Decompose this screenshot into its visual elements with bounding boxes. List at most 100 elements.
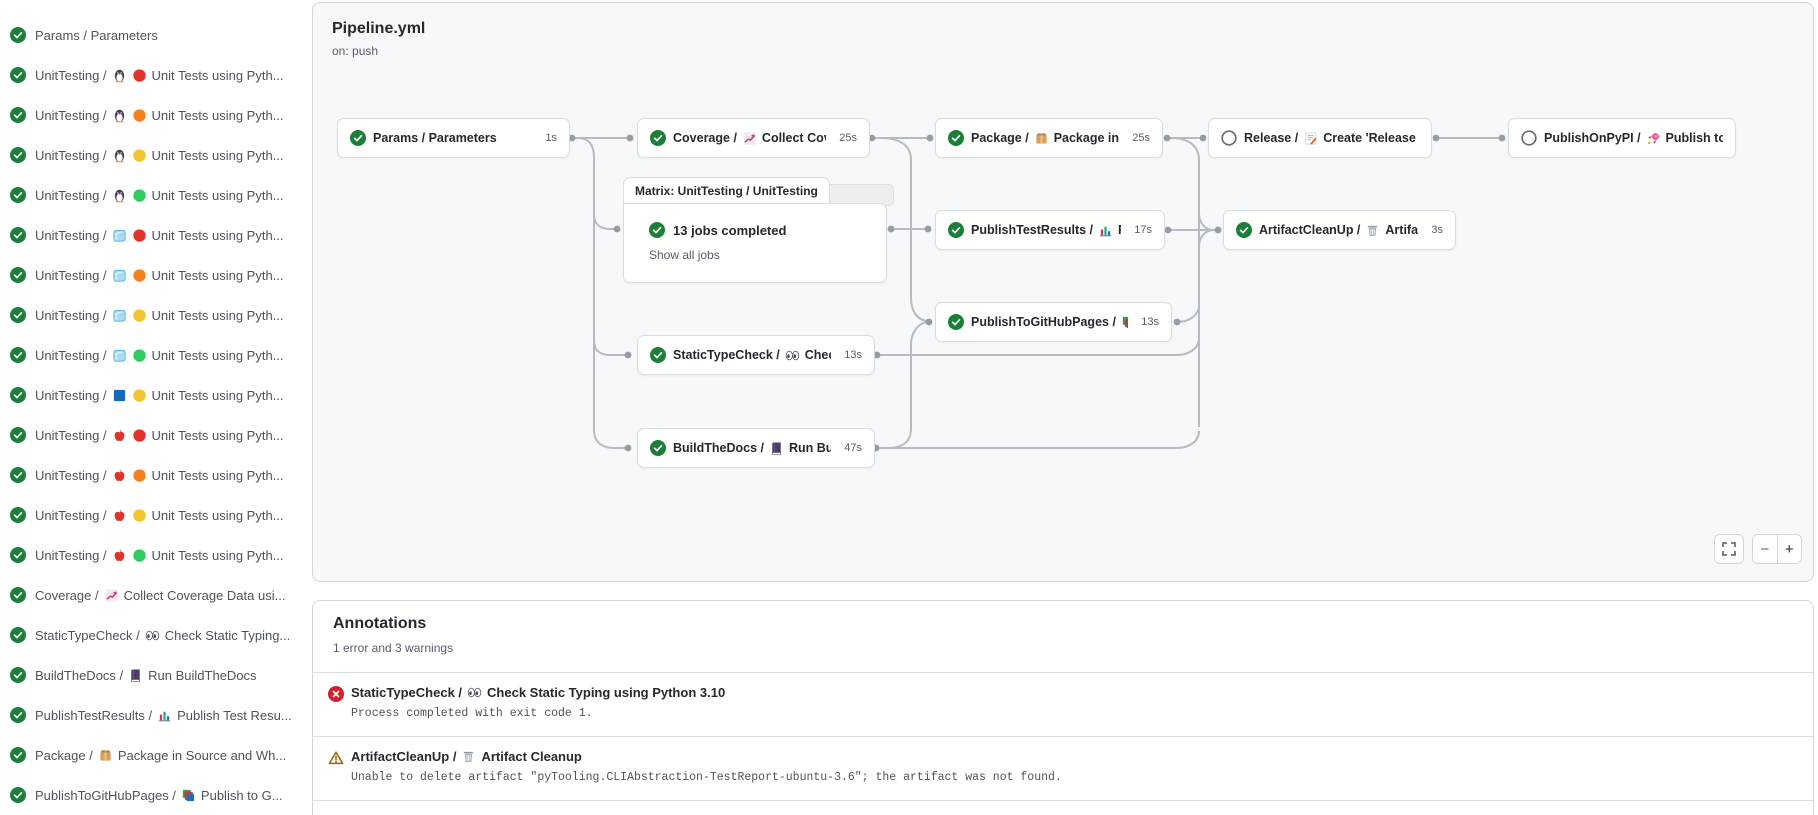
- sidebar-job-item[interactable]: UnitTesting / Unit Tests using Pyth...: [0, 215, 312, 255]
- graph-node-coverage[interactable]: Coverage /Collect Cove...25s: [637, 118, 870, 158]
- red-circle-icon: [132, 228, 147, 243]
- zoom-in-button[interactable]: +: [1777, 535, 1802, 563]
- annotation-body: StaticTypeCheck /Check Static Typing usi…: [351, 684, 725, 736]
- label-text: Unit Tests using Pyth...: [152, 508, 284, 523]
- label-text: Release /: [1244, 131, 1298, 145]
- sidebar-job-item[interactable]: UnitTesting /Unit Tests using Pyth...: [0, 135, 312, 175]
- graph-node-statictypecheck[interactable]: StaticTypeCheck /Chec...13s: [637, 335, 875, 375]
- sidebar-job-item[interactable]: StaticTypeCheck /Check Static Typing...: [0, 615, 312, 655]
- red-circle-icon: [132, 68, 147, 83]
- zoom-out-button[interactable]: −: [1753, 535, 1777, 563]
- label-text: Params / Parameters: [35, 28, 158, 43]
- sidebar-job-item[interactable]: UnitTesting /Unit Tests using Pyth...: [0, 55, 312, 95]
- fullscreen-button[interactable]: [1714, 534, 1744, 564]
- sidebar-job-item[interactable]: UnitTesting /Unit Tests using Pyth...: [0, 455, 312, 495]
- success-icon: [10, 147, 26, 163]
- success-icon: [649, 222, 665, 238]
- annotations-summary: 1 error and 3 warnings: [333, 641, 453, 655]
- apple-icon: [112, 508, 127, 523]
- matrix-group-card[interactable]: 13 jobs completed Show all jobs: [623, 203, 887, 283]
- error-icon: [328, 686, 344, 702]
- label-text: Unit Tests using Pyth...: [152, 428, 284, 443]
- sidebar-job-item[interactable]: Coverage /Collect Coverage Data usi...: [0, 575, 312, 615]
- sidebar-job-label: Params / Parameters: [35, 28, 158, 43]
- annotation-row: StaticTypeCheck /Check Static Typing usi…: [313, 672, 1813, 736]
- sidebar-job-label: UnitTesting /Unit Tests using Pyth...: [35, 548, 284, 563]
- graph-node-artifactcleanup[interactable]: ArtifactCleanUp /Artifac...3s: [1223, 210, 1456, 250]
- label-text: Package in So...: [1054, 131, 1120, 145]
- eyes-icon: [145, 628, 160, 643]
- graph-node-publishtestresults[interactable]: PublishTestResults /Pu...17s: [935, 210, 1165, 250]
- label-text: Create 'Release P...: [1323, 131, 1419, 145]
- label-text: Unit Tests using Pyth...: [152, 228, 284, 243]
- sidebar-job-item[interactable]: UnitTesting /Unit Tests using Pyth...: [0, 495, 312, 535]
- sidebar-job-item[interactable]: UnitTesting /Unit Tests using Pyth...: [0, 375, 312, 415]
- sidebar-job-item[interactable]: PublishToGitHubPages /Publish to G...: [0, 775, 312, 815]
- sidebar-job-item[interactable]: UnitTesting / Unit Tests using Pyth...: [0, 415, 312, 455]
- annotation-message: Unable to delete artifact "pyTooling.CLI…: [351, 771, 1062, 784]
- success-icon: [10, 547, 26, 563]
- label-text: Check Static Typing using Python 3.10: [487, 685, 725, 700]
- chart-increasing-icon: [104, 588, 119, 603]
- success-icon: [948, 130, 964, 146]
- label-text: BuildTheDocs /: [673, 441, 764, 455]
- label-text: UnitTesting /: [35, 388, 107, 403]
- label-text: Unit Tests using Pyth...: [152, 68, 284, 83]
- success-icon: [10, 387, 26, 403]
- success-icon: [10, 787, 26, 803]
- success-icon: [650, 130, 666, 146]
- label-text: UnitTesting /: [35, 428, 107, 443]
- workflow-run-page: Params / Parameters UnitTesting / Unit Tes…: [0, 0, 1818, 815]
- graph-node-release[interactable]: Release / Create 'Release P...: [1208, 118, 1432, 158]
- node-label: StaticTypeCheck /Chec...: [673, 348, 831, 363]
- sidebar-job-item[interactable]: UnitTesting /Unit Tests using Pyth...: [0, 175, 312, 215]
- sidebar-job-label: UnitTesting /Unit Tests using Pyth...: [35, 388, 284, 403]
- sidebar-job-label: UnitTesting /Unit Tests using Pyth...: [35, 148, 284, 163]
- graph-node-params[interactable]: Params / Parameters1s: [337, 118, 570, 158]
- skipped-icon: [1521, 130, 1537, 146]
- label-text: Artifac...: [1385, 223, 1418, 237]
- label-text: Unit Tests using Pyth...: [152, 148, 284, 163]
- penguin-icon: [112, 68, 127, 83]
- sidebar-job-item[interactable]: UnitTesting /Unit Tests using Pyth...: [0, 335, 312, 375]
- node-duration: 47s: [838, 442, 862, 454]
- label-text: UnitTesting /: [35, 228, 107, 243]
- pipeline-graph-panel[interactable]: [312, 2, 1814, 582]
- sidebar-job-item[interactable]: PublishTestResults / Publish Test Resu...: [0, 695, 312, 735]
- label-text: UnitTesting /: [35, 268, 107, 283]
- sidebar-job-item[interactable]: BuildTheDocs /Run BuildTheDocs: [0, 655, 312, 695]
- success-icon: [10, 507, 26, 523]
- sidebar-job-label: PublishToGitHubPages /Publish to G...: [35, 788, 283, 803]
- graph-node-buildthedocs[interactable]: BuildTheDocs /Run Buil...47s: [637, 428, 875, 468]
- success-icon: [10, 747, 26, 763]
- node-label: ArtifactCleanUp / Artifac...: [1259, 223, 1418, 238]
- annotation-title-link[interactable]: ArtifactCleanUp /Artifact Cleanup: [351, 749, 582, 764]
- label-text: Collect Coverage Data usi...: [124, 588, 286, 603]
- show-all-jobs-link[interactable]: Show all jobs: [649, 248, 720, 262]
- sidebar-job-item[interactable]: UnitTesting /Unit Tests using Pyth...: [0, 535, 312, 575]
- graph-node-publishtogithubpages[interactable]: PublishToGitHubPages /...13s: [935, 302, 1172, 342]
- label-text: Params / Parameters: [373, 131, 497, 145]
- label-text: Unit Tests using Pyth...: [152, 468, 284, 483]
- warning-icon: [328, 750, 344, 766]
- label-text: ArtifactCleanUp /: [1259, 223, 1360, 237]
- success-icon: [1236, 222, 1252, 238]
- yellow-circle-icon: [132, 308, 147, 323]
- sidebar-job-item[interactable]: UnitTesting /Unit Tests using Pyth...: [0, 95, 312, 135]
- sidebar-job-item[interactable]: UnitTesting /Unit Tests using Pyth...: [0, 255, 312, 295]
- sidebar-job-item[interactable]: UnitTesting /Unit Tests using Pyth...: [0, 295, 312, 335]
- annotation-title-link[interactable]: StaticTypeCheck /Check Static Typing usi…: [351, 685, 725, 700]
- book-icon: [128, 668, 143, 683]
- node-label: Coverage /Collect Cove...: [673, 131, 826, 146]
- eyes-icon: [467, 685, 482, 700]
- success-icon: [948, 222, 964, 238]
- graph-node-package[interactable]: Package /Package in So...25s: [935, 118, 1163, 158]
- ice-cube-icon: [112, 268, 127, 283]
- sidebar-job-item[interactable]: Params / Parameters: [0, 15, 312, 55]
- success-icon: [10, 667, 26, 683]
- label-text: PublishTestResults /: [35, 708, 152, 723]
- graph-node-publishonpypi[interactable]: PublishOnPyPI /Publish to ...: [1508, 118, 1736, 158]
- sidebar-job-item[interactable]: Package /Package in Source and Wh...: [0, 735, 312, 775]
- label-text: Publish Test Resu...: [177, 708, 292, 723]
- yellow-circle-icon: [132, 388, 147, 403]
